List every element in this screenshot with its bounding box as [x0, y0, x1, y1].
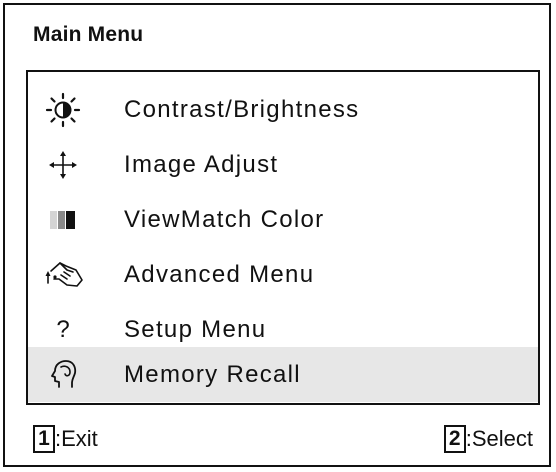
menu-item-viewmatch-color[interactable]: ViewMatch Color — [28, 192, 538, 247]
menu-list: Contrast/Brightness Image Adjust ViewMat… — [26, 70, 540, 405]
exit-label: :Exit — [55, 426, 98, 452]
key-2-badge: 2 — [443, 425, 466, 454]
move-arrows-icon — [40, 147, 86, 183]
exit-hint[interactable]: 1:Exit — [33, 425, 98, 454]
brightness-contrast-icon — [40, 92, 86, 128]
menu-title: Main Menu — [33, 23, 144, 46]
menu-item-advanced-menu[interactable]: Advanced Menu — [28, 247, 538, 302]
menu-item-label: Image Adjust — [124, 151, 279, 178]
osd-window: Main Menu Contrast/Brightness Image Adju… — [3, 3, 551, 467]
select-hint[interactable]: 2:Select — [443, 425, 533, 454]
menu-item-label: Advanced Menu — [124, 261, 315, 288]
menu-item-image-adjust[interactable]: Image Adjust — [28, 137, 538, 192]
menu-item-memory-recall[interactable]: Memory Recall — [28, 347, 538, 402]
footer-hint-bar: 1:Exit 2:Select — [33, 421, 533, 457]
question-icon: ? — [56, 316, 70, 343]
hand-pointer-icon — [40, 257, 86, 293]
menu-item-label: Contrast/Brightness — [124, 96, 360, 123]
select-label: :Select — [465, 426, 533, 452]
color-bars-icon — [40, 202, 86, 238]
key-1-badge: 1 — [33, 425, 55, 454]
menu-item-label: Memory Recall — [124, 361, 301, 388]
menu-item-contrast-brightness[interactable]: Contrast/Brightness — [28, 82, 538, 137]
menu-item-label: ViewMatch Color — [124, 206, 325, 233]
head-profile-icon — [40, 357, 86, 393]
